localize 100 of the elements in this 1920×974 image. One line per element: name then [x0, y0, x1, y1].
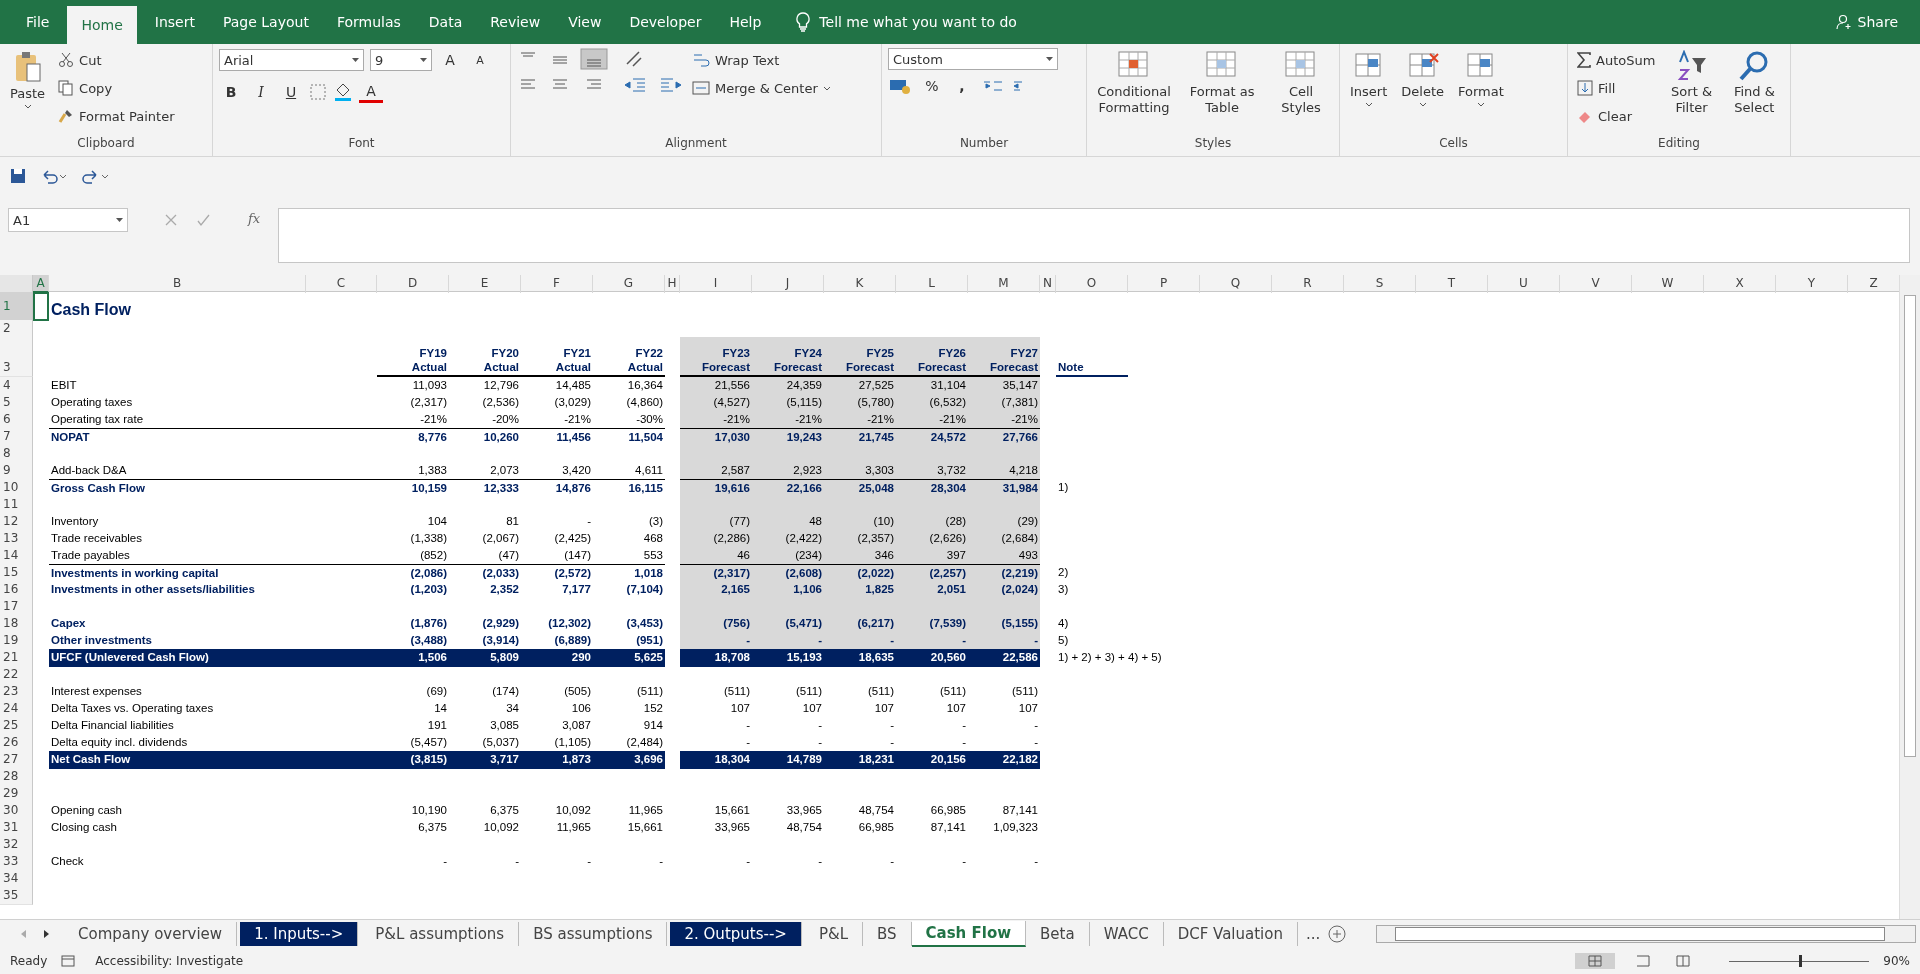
merge-center-button[interactable]: Merge & Center — [689, 76, 834, 100]
column-header[interactable]: I — [680, 274, 752, 293]
cells-button[interactable]: Format — [1454, 48, 1508, 109]
sheet-tab[interactable]: 2. Outputs--> — [670, 922, 802, 947]
column-header[interactable]: A — [33, 274, 49, 293]
column-header[interactable]: K — [824, 274, 896, 293]
autosum-button[interactable]: AutoSum — [1574, 48, 1659, 72]
sheet-tab[interactable]: DCF Valuation — [1163, 922, 1298, 947]
styles-button[interactable]: Cell Styles — [1269, 48, 1333, 118]
grow-font-button[interactable]: A — [438, 48, 462, 72]
format-painter-button[interactable]: Format Painter — [55, 104, 178, 128]
styles-button[interactable]: Conditional Formatting — [1093, 48, 1176, 118]
column-header[interactable]: Q — [1200, 274, 1272, 293]
column-header[interactable]: J — [752, 274, 824, 293]
row-header[interactable]: 3 — [0, 336, 33, 377]
sheet-tab[interactable]: Beta — [1026, 922, 1090, 947]
column-header[interactable]: B — [49, 274, 306, 293]
column-header[interactable]: E — [449, 274, 521, 293]
row-header[interactable]: 1 — [0, 291, 33, 321]
column-header[interactable]: S — [1344, 274, 1416, 293]
cut-button[interactable]: Cut — [55, 48, 178, 72]
name-box[interactable]: A1 — [8, 208, 128, 233]
column-header[interactable]: W — [1632, 274, 1704, 293]
ribbon-tab[interactable]: Home — [67, 6, 137, 44]
table-cell-text: (174) — [491, 683, 520, 699]
font-color-button[interactable]: A — [359, 81, 383, 103]
font-size-field[interactable]: 9 — [370, 49, 432, 71]
table-cell-text: 468 — [642, 530, 664, 546]
sheet-tab[interactable]: WACC — [1089, 922, 1164, 947]
ribbon-tab[interactable]: File — [12, 0, 64, 44]
sheet-tab[interactable]: 1. Inputs--> — [240, 922, 359, 947]
formula-input[interactable] — [278, 208, 1910, 264]
more-tabs[interactable]: ... — [1305, 925, 1321, 944]
ribbon-tab[interactable]: Data — [414, 0, 477, 44]
ribbon-tab[interactable]: Help — [715, 0, 776, 44]
selected-cell[interactable] — [33, 291, 49, 321]
sheet-tab[interactable]: P&L assumptions — [361, 922, 520, 947]
comma-button[interactable]: , — [950, 74, 974, 98]
undo-icon[interactable] — [40, 168, 68, 185]
column-header[interactable]: G — [593, 274, 665, 293]
sort-filter-button[interactable]: Sort & Filter — [1664, 48, 1719, 118]
bold-button[interactable]: B — [219, 80, 243, 104]
find-select-button[interactable]: Find & Select — [1724, 48, 1784, 118]
ribbon-tab[interactable]: Review — [476, 0, 555, 44]
styles-button[interactable]: Format as Table — [1181, 48, 1264, 118]
column-header[interactable]: L — [896, 274, 968, 293]
ribbon-tab[interactable]: Insert — [140, 0, 209, 44]
wrap-text-button[interactable]: Wrap Text — [689, 48, 834, 72]
column-header[interactable]: D — [377, 274, 449, 293]
table-cell: 1,506 — [377, 648, 449, 667]
number-format-field[interactable]: Custom — [888, 48, 1058, 70]
tell-me-search[interactable]: Tell me what you want to do — [819, 14, 1017, 30]
accessibility-status[interactable]: Accessibility: Investigate — [95, 954, 244, 969]
sheet-tab[interactable]: Company overview — [64, 922, 238, 947]
row-label: Capex — [50, 615, 87, 631]
column-header[interactable]: R — [1272, 274, 1344, 293]
table-cell: 14,876 — [521, 478, 593, 497]
clear-button[interactable]: Clear — [1574, 104, 1659, 128]
column-header[interactable]: X — [1704, 274, 1776, 293]
row-label: Operating tax rate — [50, 411, 145, 427]
font-name-field[interactable]: Arial — [219, 49, 364, 71]
fill-color-icon[interactable] — [333, 82, 353, 102]
cells-button[interactable]: Insert — [1346, 48, 1392, 109]
paste-button[interactable]: Paste — [6, 48, 50, 111]
percent-button[interactable]: % — [920, 74, 944, 98]
column-heading: FY22 Actual — [593, 336, 665, 377]
shrink-font-button[interactable]: A — [468, 48, 492, 72]
redo-icon[interactable] — [82, 168, 110, 185]
column-header[interactable]: N — [1040, 274, 1056, 293]
zoom-level[interactable]: 90% — [1883, 954, 1910, 969]
save-icon[interactable] — [10, 168, 26, 185]
horizontal-scrollbar[interactable] — [1376, 925, 1916, 944]
italic-button[interactable]: I — [249, 80, 273, 104]
sheet-tab[interactable]: BS assumptions — [519, 922, 668, 947]
column-header[interactable]: V — [1560, 274, 1632, 293]
copy-button[interactable]: Copy — [55, 76, 178, 100]
underline-button[interactable]: U — [279, 80, 303, 104]
column-header[interactable]: C — [306, 274, 377, 293]
column-header[interactable]: P — [1128, 274, 1200, 293]
column-header[interactable]: U — [1488, 274, 1560, 293]
fill-button[interactable]: Fill — [1574, 76, 1659, 100]
share-button[interactable]: Share — [1833, 12, 1900, 32]
column-header[interactable]: M — [968, 274, 1040, 293]
ribbon-tab[interactable]: Page Layout — [208, 0, 323, 44]
sheet-tab[interactable]: BS — [863, 922, 912, 947]
insert-function-button[interactable]: fx — [248, 211, 261, 227]
cells-button[interactable]: Delete — [1397, 48, 1448, 109]
ribbon-tab[interactable]: Formulas — [322, 0, 415, 44]
add-sheet-icon[interactable] — [1328, 925, 1347, 944]
column-header[interactable]: T — [1416, 274, 1488, 293]
column-header[interactable]: H — [665, 274, 680, 293]
ribbon-tab[interactable]: Developer — [615, 0, 716, 44]
column-header[interactable]: Y — [1776, 274, 1848, 293]
column-header[interactable]: F — [521, 274, 593, 293]
column-header[interactable]: O — [1056, 274, 1128, 293]
vertical-scrollbar[interactable] — [1899, 274, 1920, 920]
sheet-tab[interactable]: Cash Flow — [911, 921, 1027, 948]
ribbon-tab[interactable]: View — [554, 0, 616, 44]
sheet-tab[interactable]: P&L — [804, 922, 863, 947]
row-label: Investments in other assets/liabilities — [50, 581, 256, 597]
